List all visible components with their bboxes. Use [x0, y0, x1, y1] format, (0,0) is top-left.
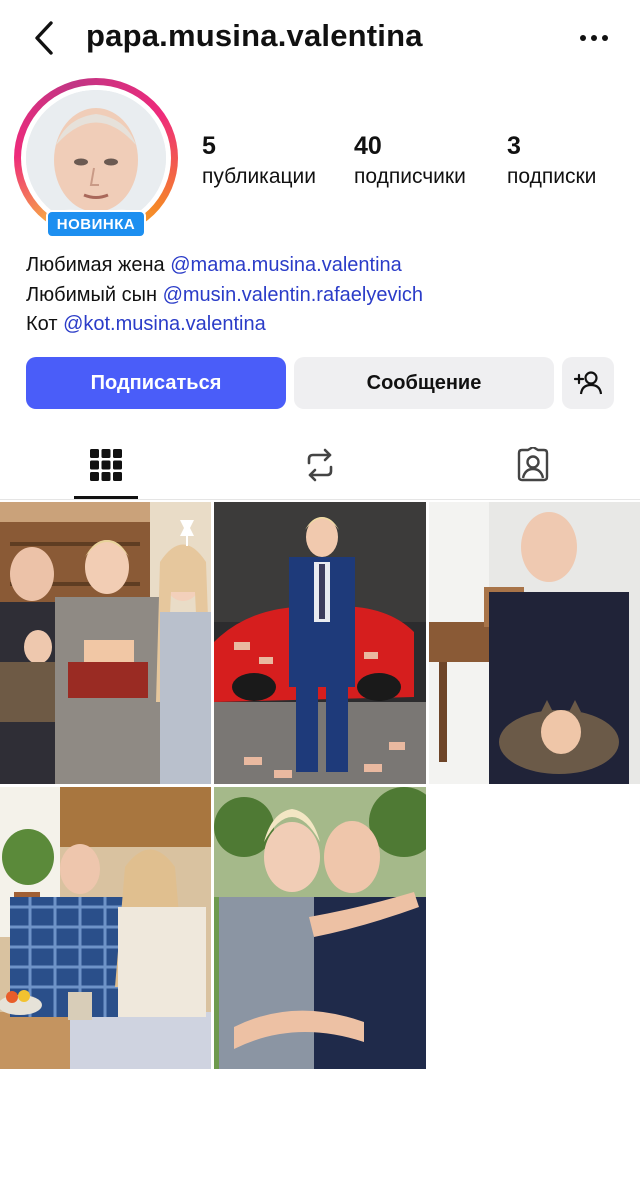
- bio-text: Любимая жена: [26, 254, 171, 276]
- stat-followers-label: подписчики: [354, 165, 466, 188]
- profile-username: papa.musina.valentina: [86, 18, 423, 53]
- bio-mention-link[interactable]: @musin.valentin.rafaelyevich: [163, 284, 423, 306]
- stat-following-value: 3: [507, 132, 521, 160]
- post-thumbnail[interactable]: [0, 502, 211, 784]
- stat-posts-value: 5: [202, 132, 216, 160]
- active-tab-indicator: [74, 496, 138, 499]
- bio-mention-link[interactable]: @mama.musina.valentina: [170, 254, 402, 276]
- back-button[interactable]: [22, 14, 66, 62]
- bio-text: Любимый сын: [26, 283, 163, 306]
- stat-posts-label: публикации: [202, 165, 316, 188]
- post-image-car: [214, 502, 426, 784]
- post-thumbnail[interactable]: [0, 787, 211, 1069]
- chevron-left-icon: [35, 21, 53, 55]
- bio: Любимая жена @mama.musina.valentina Люби…: [26, 251, 423, 340]
- bio-line: Любимая жена @mama.musina.valentina: [26, 251, 423, 281]
- profile-page: papa.musina.valentina НОВИНКА 5 публикац…: [0, 0, 640, 1188]
- top-bar: papa.musina.valentina: [0, 0, 640, 76]
- tagged-person-icon: [517, 447, 549, 482]
- repost-icon: [307, 448, 333, 482]
- stat-followers[interactable]: 40 подписчики: [354, 132, 466, 189]
- more-horizontal-icon: [580, 35, 608, 41]
- post-image-family: [0, 502, 211, 784]
- tab-reposts[interactable]: [250, 430, 390, 500]
- post-thumbnail[interactable]: [429, 502, 640, 784]
- tab-tagged[interactable]: [463, 430, 603, 500]
- follow-button[interactable]: Подписаться: [26, 357, 286, 409]
- add-friend-button[interactable]: [562, 357, 614, 409]
- stat-following[interactable]: 3 подписки: [507, 132, 596, 189]
- avatar: [26, 90, 166, 226]
- post-thumbnail[interactable]: [214, 787, 426, 1069]
- content-tabs: [0, 430, 640, 500]
- person-add-icon: [574, 371, 602, 395]
- stat-followers-value: 40: [354, 132, 382, 160]
- post-thumbnail[interactable]: [214, 502, 426, 784]
- bio-line: Любимый сын @musin.valentin.rafaelyevich: [26, 281, 423, 311]
- new-badge: НОВИНКА: [46, 210, 146, 238]
- message-button[interactable]: Сообщение: [294, 357, 554, 409]
- stat-posts[interactable]: 5 публикации: [202, 132, 316, 189]
- post-image-hug: [214, 787, 426, 1069]
- bio-text: Кот: [26, 313, 64, 335]
- post-image-kitchen-couple: [0, 787, 211, 1069]
- tab-grid[interactable]: [36, 430, 176, 500]
- more-options-button[interactable]: [572, 20, 616, 56]
- post-image-man-with-cat: [429, 502, 640, 784]
- bio-mention-link[interactable]: @kot.musina.valentina: [63, 313, 266, 335]
- bio-line: Кот @kot.musina.valentina: [26, 310, 423, 340]
- stat-following-label: подписки: [507, 165, 597, 188]
- grid-icon: [90, 449, 122, 481]
